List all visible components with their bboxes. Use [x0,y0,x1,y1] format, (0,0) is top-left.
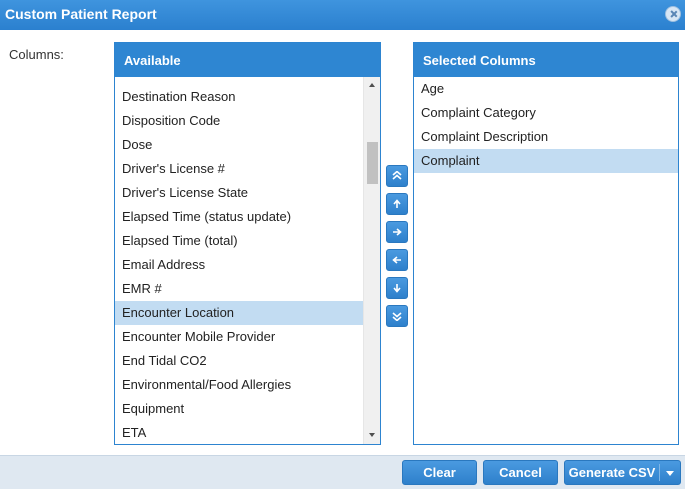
list-item[interactable]: Dose [115,133,363,157]
available-header: Available [115,43,380,77]
chevron-down-icon[interactable] [666,471,674,476]
list-item[interactable]: Email Address [115,253,363,277]
available-columns-panel: Available Destination Reason Disposition… [114,42,381,445]
list-item[interactable]: Age [414,77,678,101]
move-to-top-icon [392,171,402,180]
list-item-selected[interactable]: Complaint [414,149,678,173]
move-to-bottom-icon [392,312,402,321]
columns-label: Columns: [9,47,64,62]
available-scrollbar[interactable] [363,77,380,444]
list-item[interactable]: Destination Reason [115,85,363,109]
add-column-button[interactable] [386,221,408,243]
custom-patient-report-dialog: Custom Patient Report Columns: Available… [0,0,685,489]
list-item[interactable]: End Tidal CO2 [115,349,363,373]
list-item[interactable]: EMR # [115,277,363,301]
split-divider [659,464,660,481]
cancel-button[interactable]: Cancel [483,460,558,485]
scroll-thumb[interactable] [367,142,378,184]
list-item[interactable]: Driver's License # [115,157,363,181]
list-item[interactable]: ETA [115,421,363,444]
generate-csv-button[interactable]: Generate CSV [564,460,681,485]
scroll-up-icon[interactable] [364,79,381,93]
list-item[interactable]: Elapsed Time (total) [115,229,363,253]
list-item[interactable]: Driver's License State [115,181,363,205]
list-item[interactable]: Complaint Category [414,101,678,125]
list-item[interactable]: Disposition Code [115,109,363,133]
clear-button[interactable]: Clear [402,460,477,485]
selected-header: Selected Columns [414,43,678,77]
list-item[interactable]: Environmental/Food Allergies [115,373,363,397]
move-down-icon [393,284,401,293]
move-to-bottom-button[interactable] [386,305,408,327]
remove-column-button[interactable] [386,249,408,271]
arrow-right-icon [393,228,402,236]
move-to-top-button[interactable] [386,165,408,187]
move-down-button[interactable] [386,277,408,299]
generate-csv-label: Generate CSV [568,465,656,480]
list-item[interactable]: Encounter Mobile Provider [115,325,363,349]
dialog-titlebar: Custom Patient Report [0,0,685,30]
list-item[interactable]: Elapsed Time (status update) [115,205,363,229]
selected-list[interactable]: Age Complaint Category Complaint Descrip… [414,77,678,444]
move-up-icon [393,199,401,208]
list-item[interactable]: Complaint Description [414,125,678,149]
list-item-selected[interactable]: Encounter Location [115,301,363,325]
move-up-button[interactable] [386,193,408,215]
available-list[interactable]: Destination Reason Disposition Code Dose… [115,77,363,444]
close-icon[interactable] [665,6,681,22]
scroll-down-icon[interactable] [364,428,381,442]
arrow-left-icon [392,256,401,264]
selected-columns-panel: Selected Columns Age Complaint Category … [413,42,679,445]
list-item[interactable]: Equipment [115,397,363,421]
dialog-title: Custom Patient Report [5,6,157,22]
